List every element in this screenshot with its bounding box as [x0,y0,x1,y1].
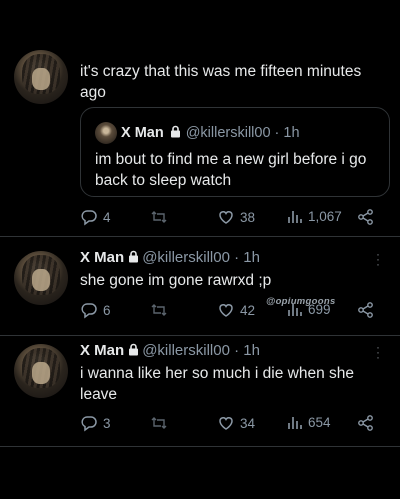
views-button[interactable]: 654 [287,414,331,430]
avatar[interactable] [14,50,68,104]
tweet-text: it's crazy that this was me fifteen minu… [80,63,362,101]
reply-count: 4 [103,209,111,225]
author-name[interactable]: X Man [80,342,124,359]
lock-icon [128,250,139,267]
heart-icon [217,208,235,226]
watermark: @opiumgoons [266,296,336,307]
author-handle[interactable]: @killerskill00 [142,342,230,359]
retweet-button[interactable] [150,414,173,432]
author-name[interactable]: X Man [80,249,124,266]
views-button[interactable]: 1,067 [287,208,342,224]
quoted-author-name: X Man [121,125,164,141]
retweet-icon [150,208,168,226]
more-icon[interactable]: · · · [375,341,381,363]
quoted-avatar [95,122,117,144]
reply-button[interactable]: 3 [80,414,111,432]
divider [0,446,400,447]
tweet-time[interactable]: · 1h [234,342,260,359]
avatar[interactable] [14,251,68,305]
quoted-tweet[interactable]: X Man @killerskill00 · 1h im bout to fin… [80,107,390,197]
lock-icon [170,125,181,142]
tweet-header: X Man @killerskill00 · 1h [80,342,260,360]
views-icon [287,208,303,224]
reply-count: 3 [103,415,111,431]
like-button[interactable]: 38 [217,208,255,226]
reply-button[interactable]: 6 [80,301,111,319]
quoted-tweet-time: · 1h [274,125,300,141]
quoted-author-handle: @killerskill00 [185,125,271,141]
share-button[interactable] [357,208,375,226]
like-count: 34 [240,415,256,431]
views-count: 654 [308,414,331,430]
tweet-actions: 4 38 1,067 [80,208,380,230]
quoted-tweet-text: im bout to find me a new girl before i g… [95,151,367,189]
retweet-icon [150,301,168,319]
share-button[interactable] [357,414,375,432]
tweet-1[interactable]: it's crazy that this was me fifteen minu… [0,0,400,236]
retweet-button[interactable] [150,301,173,319]
share-icon [357,301,375,319]
reply-icon [80,208,98,226]
heart-icon [217,301,235,319]
views-count: 1,067 [308,208,342,224]
reply-count: 6 [103,302,111,318]
lock-icon [128,343,139,360]
share-icon [357,414,375,432]
like-count: 38 [240,209,256,225]
more-icon[interactable]: · · · [375,248,381,270]
tweet-2[interactable]: X Man @killerskill00 · 1h · · · she gone im… [0,237,400,335]
share-button[interactable] [357,301,375,319]
tweet-text: i wanna like her so much i die when she … [80,365,354,403]
tweet-3[interactable]: X Man @killerskill00 · 1h · · · i wanna lik… [0,336,400,446]
share-icon [357,208,375,226]
quoted-tweet-header: X Man @killerskill00 · 1h [95,122,300,144]
heart-icon [217,414,235,432]
reply-icon [80,301,98,319]
retweet-icon [150,414,168,432]
retweet-button[interactable] [150,208,173,226]
author-handle[interactable]: @killerskill00 [142,249,230,266]
tweet-header: X Man @killerskill00 · 1h [80,249,260,267]
tweet-text: she gone im gone rawrxd ;p [80,272,272,289]
like-count: 42 [240,302,256,318]
reply-button[interactable]: 4 [80,208,111,226]
tweet-time[interactable]: · 1h [234,249,260,266]
like-button[interactable]: 42 [217,301,255,319]
like-button[interactable]: 34 [217,414,255,432]
reply-icon [80,414,98,432]
tweet-actions: 3 34 654 [80,414,380,436]
views-icon [287,414,303,430]
avatar[interactable] [14,344,68,398]
